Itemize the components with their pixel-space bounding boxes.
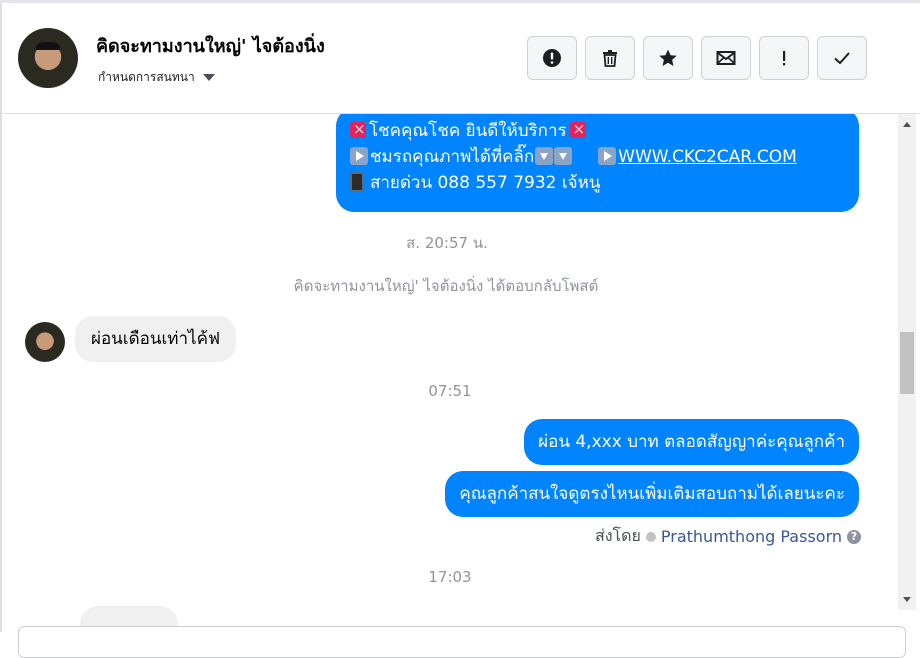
promo-line-3: สายด่วน 088 557 7932 เจ้หนู bbox=[350, 170, 845, 196]
incoming-message[interactable]: ผ่อนเดือนเท่าไค้ฟ bbox=[75, 316, 236, 362]
conversation-settings[interactable]: กำหนดการสนทนา bbox=[98, 68, 215, 87]
scrollbar[interactable] bbox=[898, 114, 916, 610]
scroll-down-arrow-icon[interactable] bbox=[903, 597, 911, 602]
delete-button[interactable] bbox=[585, 36, 635, 80]
alert-circle-icon bbox=[543, 49, 561, 67]
checkmark-icon bbox=[834, 52, 850, 65]
promo-line-3-text: สายด่วน 088 557 7932 เจ้หนู bbox=[370, 173, 601, 193]
envelope-icon bbox=[716, 51, 736, 65]
red-cross-icon bbox=[569, 116, 586, 142]
report-button[interactable] bbox=[527, 36, 577, 80]
sent-by-name[interactable]: Prathumthong Passorn bbox=[661, 527, 842, 546]
follow-up-button[interactable] bbox=[759, 36, 809, 80]
trash-icon bbox=[603, 50, 617, 67]
down-arrow-icon bbox=[554, 147, 573, 165]
help-icon[interactable]: ? bbox=[847, 529, 861, 544]
sender-avatar[interactable] bbox=[25, 322, 65, 362]
promo-line-2: ชมรถคุณภาพได้ที่คลิ๊ก WWW.CKC2CAR.COM bbox=[350, 144, 845, 170]
star-icon bbox=[659, 49, 677, 66]
star-button[interactable] bbox=[643, 36, 693, 80]
timestamp: 17:03 bbox=[428, 568, 472, 586]
conversation-title[interactable]: คิดจะทามงานใหญ่' ไจต้องนิ่ง bbox=[96, 31, 325, 60]
timestamp: ส. 20:57 น. bbox=[406, 234, 488, 252]
timestamp: 07:51 bbox=[428, 382, 472, 400]
promo-link[interactable]: WWW.CKC2CAR.COM bbox=[618, 147, 797, 167]
caret-down-icon bbox=[202, 74, 215, 81]
mark-done-button[interactable] bbox=[817, 36, 867, 80]
scroll-thumb[interactable] bbox=[900, 332, 914, 394]
conversation-settings-label: กำหนดการสนทนา bbox=[98, 70, 195, 84]
outgoing-message[interactable]: คุณลูกค้าสนใจดูตรงไหนเพิ่มเติมสอบถามได้เ… bbox=[445, 471, 859, 517]
outgoing-message-promo[interactable]: โชคคุณโชค ยินดีให้บริการ ชมรถคุณภาพได้ที… bbox=[336, 114, 859, 212]
message-composer[interactable] bbox=[18, 626, 906, 658]
play-icon bbox=[350, 147, 368, 165]
red-cross-icon bbox=[350, 116, 366, 142]
mark-unread-button[interactable] bbox=[701, 36, 751, 80]
promo-line-1: โชคคุณโชค ยินดีให้บริการ bbox=[350, 116, 845, 144]
incoming-message-partial[interactable] bbox=[80, 606, 178, 626]
phone-icon bbox=[350, 172, 364, 192]
promo-line-2-text: ชมรถคุณภาพได้ที่คลิ๊ก bbox=[370, 147, 535, 167]
exclamation-icon bbox=[783, 51, 786, 66]
outgoing-message[interactable]: ผ่อน 4,xxx บาท ตลอดสัญญาค่ะคุณลูกค้า bbox=[524, 419, 859, 465]
check-circle-icon bbox=[645, 531, 656, 542]
sent-by-label: ส่งโดย bbox=[594, 526, 641, 545]
sent-by-info: ส่งโดย Prathumthong Passorn ? bbox=[595, 524, 861, 549]
message-thread[interactable]: โชคคุณโชค ยินดีให้บริการ ชมรถคุณภาพได้ที… bbox=[2, 114, 898, 626]
message-toolbar bbox=[527, 36, 867, 80]
contact-avatar[interactable] bbox=[18, 28, 78, 88]
conversation-header: คิดจะทามงานใหญ่' ไจต้องนิ่ง กำหนดการสนทน… bbox=[2, 3, 920, 114]
scroll-up-arrow-icon[interactable] bbox=[903, 122, 911, 127]
play-icon bbox=[598, 147, 617, 165]
promo-line-1-text: โชคคุณโชค ยินดีให้บริการ bbox=[369, 121, 567, 141]
down-arrow-icon bbox=[535, 147, 554, 165]
reply-notice: คิดจะทามงานใหญ่' ไจต้องนิ่ง ได้ตอบกลับโพ… bbox=[293, 277, 599, 295]
